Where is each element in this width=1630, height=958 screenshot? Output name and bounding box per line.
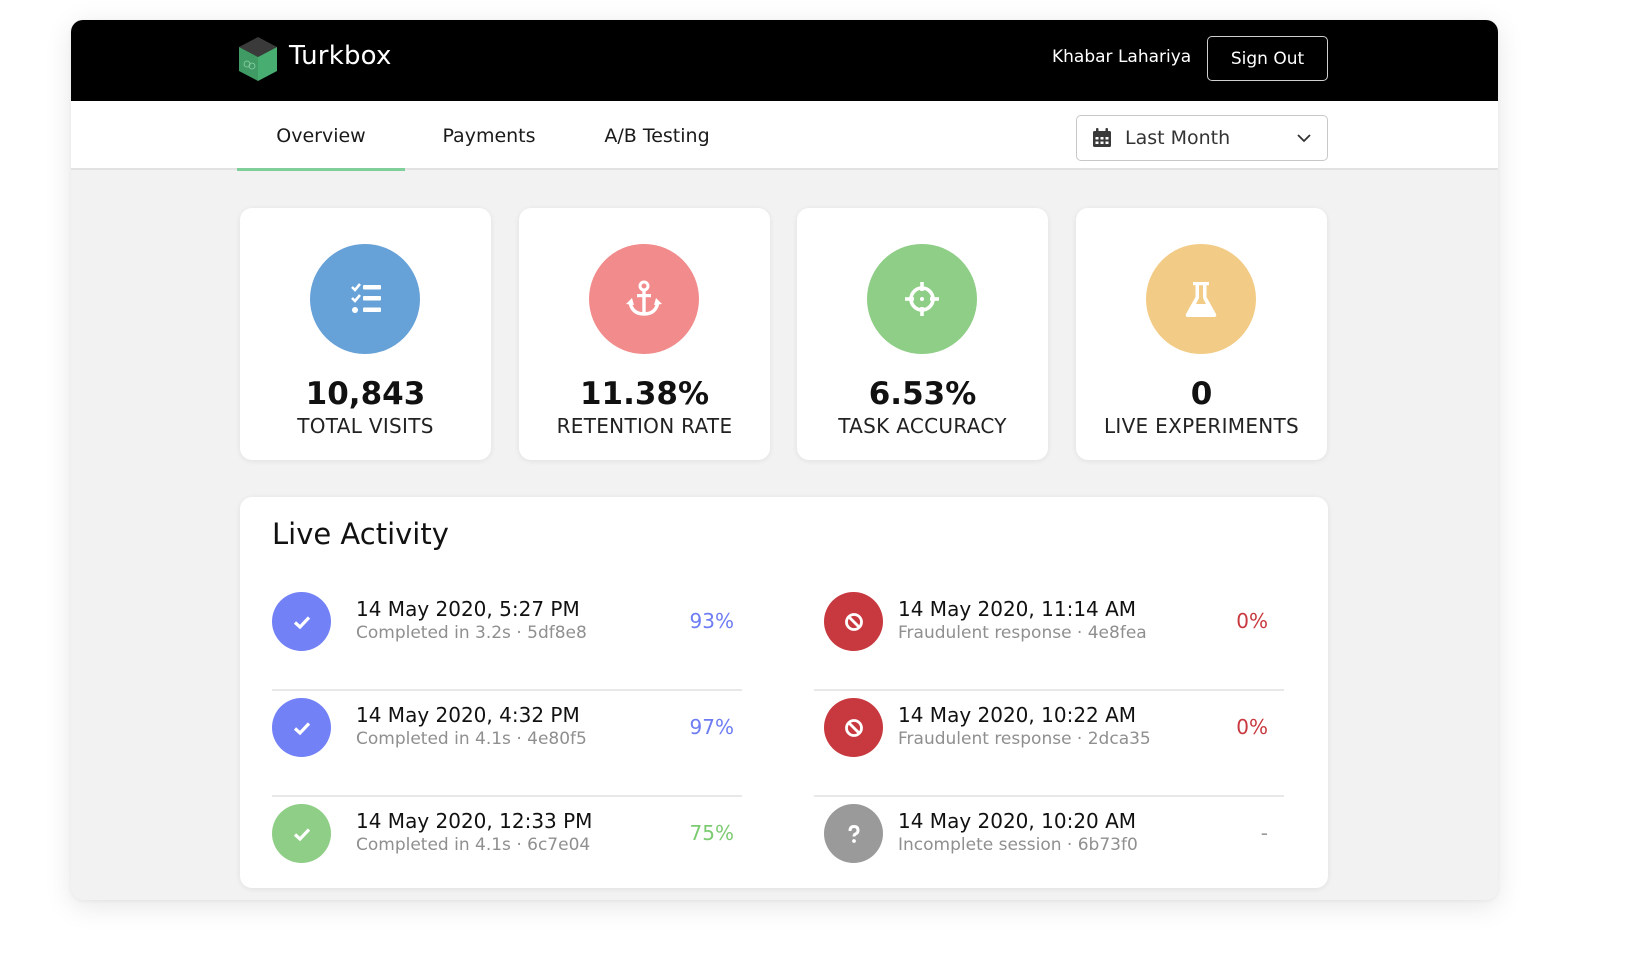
check-icon [293,615,310,629]
activity-item[interactable]: 14 May 2020, 10:20 AM Incomplete session… [814,797,1284,900]
crosshairs-icon [905,282,939,316]
activity-time: 14 May 2020, 10:20 AM [898,809,1137,833]
activity-list-right: 14 May 2020, 11:14 AM Fraudulent respons… [814,585,1284,900]
tab-overview[interactable]: Overview [237,101,405,171]
status-circle [272,592,331,651]
user-name: Khabar Lahariya [1052,47,1192,67]
activity-item[interactable]: 14 May 2020, 10:22 AM Fraudulent respons… [814,691,1284,797]
status-circle [272,804,331,863]
app-window: Turkbox Khabar Lahariya Sign Out Overvie… [71,20,1498,900]
stat-icon-circle [867,244,977,354]
activity-detail: Completed in 3.2s · 5df8e8 [356,623,587,643]
activity-score: 93% [689,609,734,633]
tab-bar: Overview Payments A/B Testing Last Month [71,101,1498,171]
stat-icon-circle [1146,244,1256,354]
stat-label: TOTAL VISITS [297,414,434,438]
ban-icon [844,718,863,737]
activity-detail: Completed in 4.1s · 6c7e04 [356,835,591,855]
status-circle [824,804,883,863]
activity-item[interactable]: 14 May 2020, 11:14 AM Fraudulent respons… [814,585,1284,691]
check-icon [293,827,310,841]
stat-value: 10,843 [305,376,426,412]
brand-name: Turkbox [289,41,392,71]
activity-score: 0% [1236,715,1268,739]
stat-card-task-accuracy: 6.53% TASK ACCURACY [797,208,1048,460]
status-circle [824,698,883,757]
stat-label: TASK ACCURACY [838,414,1007,438]
activity-item[interactable]: 14 May 2020, 4:32 PM Completed in 4.1s ·… [272,691,742,797]
status-circle [272,698,331,757]
top-header: Turkbox Khabar Lahariya Sign Out [71,20,1498,101]
activity-time: 14 May 2020, 10:22 AM [898,703,1137,727]
activity-detail: Completed in 4.1s · 4e80f5 [356,729,587,749]
activity-time: 14 May 2020, 12:33 PM [356,809,593,833]
turkbox-logo-icon [239,37,277,81]
stat-value: 6.53% [868,376,977,412]
activity-item[interactable]: 14 May 2020, 5:27 PM Completed in 3.2s ·… [272,585,742,691]
activity-time: 14 May 2020, 11:14 AM [898,597,1137,621]
activity-detail: Fraudulent response · 2dca35 [898,729,1151,749]
flask-icon [1185,282,1217,317]
stat-card-retention-rate: 11.38% RETENTION RATE [519,208,770,460]
stat-icon-circle [310,244,420,354]
stat-value: 0 [1190,376,1213,412]
activity-detail: Fraudulent response · 4e8fea [898,623,1147,643]
tab-payments[interactable]: Payments [423,101,555,170]
check-icon [293,721,310,735]
live-activity-title: Live Activity [272,517,449,551]
activity-detail: Incomplete session · 6b73f0 [898,835,1138,855]
live-activity-panel: Live Activity 14 May 2020, 5:27 PM Compl… [240,497,1328,888]
activity-score: - [1260,821,1268,845]
activity-time: 14 May 2020, 5:27 PM [356,597,580,621]
date-range-value: Last Month [1125,127,1231,149]
sign-out-button[interactable]: Sign Out [1207,36,1328,81]
activity-score: 75% [689,821,734,845]
tab-ab-testing[interactable]: A/B Testing [586,101,728,170]
anchor-icon [626,280,662,316]
calendar-icon [1093,128,1111,147]
activity-time: 14 May 2020, 4:32 PM [356,703,580,727]
stat-label: RETENTION RATE [556,414,733,438]
date-range-dropdown[interactable]: Last Month [1076,115,1328,161]
stat-icon-circle [589,244,699,354]
stat-card-live-experiments: 0 LIVE EXPERIMENTS [1076,208,1327,460]
stat-label: LIVE EXPERIMENTS [1103,414,1300,438]
stat-card-total-visits: 10,843 TOTAL VISITS [240,208,491,460]
chevron-down-icon [1297,134,1311,143]
checklist-icon [351,283,381,313]
activity-score: 0% [1236,609,1268,633]
activity-item[interactable]: 14 May 2020, 12:33 PM Completed in 4.1s … [272,797,742,900]
status-circle [824,592,883,651]
question-icon [848,824,860,843]
stat-value: 11.38% [579,376,710,412]
ban-icon [844,612,863,631]
activity-score: 97% [689,715,734,739]
activity-list-left: 14 May 2020, 5:27 PM Completed in 3.2s ·… [272,585,742,900]
